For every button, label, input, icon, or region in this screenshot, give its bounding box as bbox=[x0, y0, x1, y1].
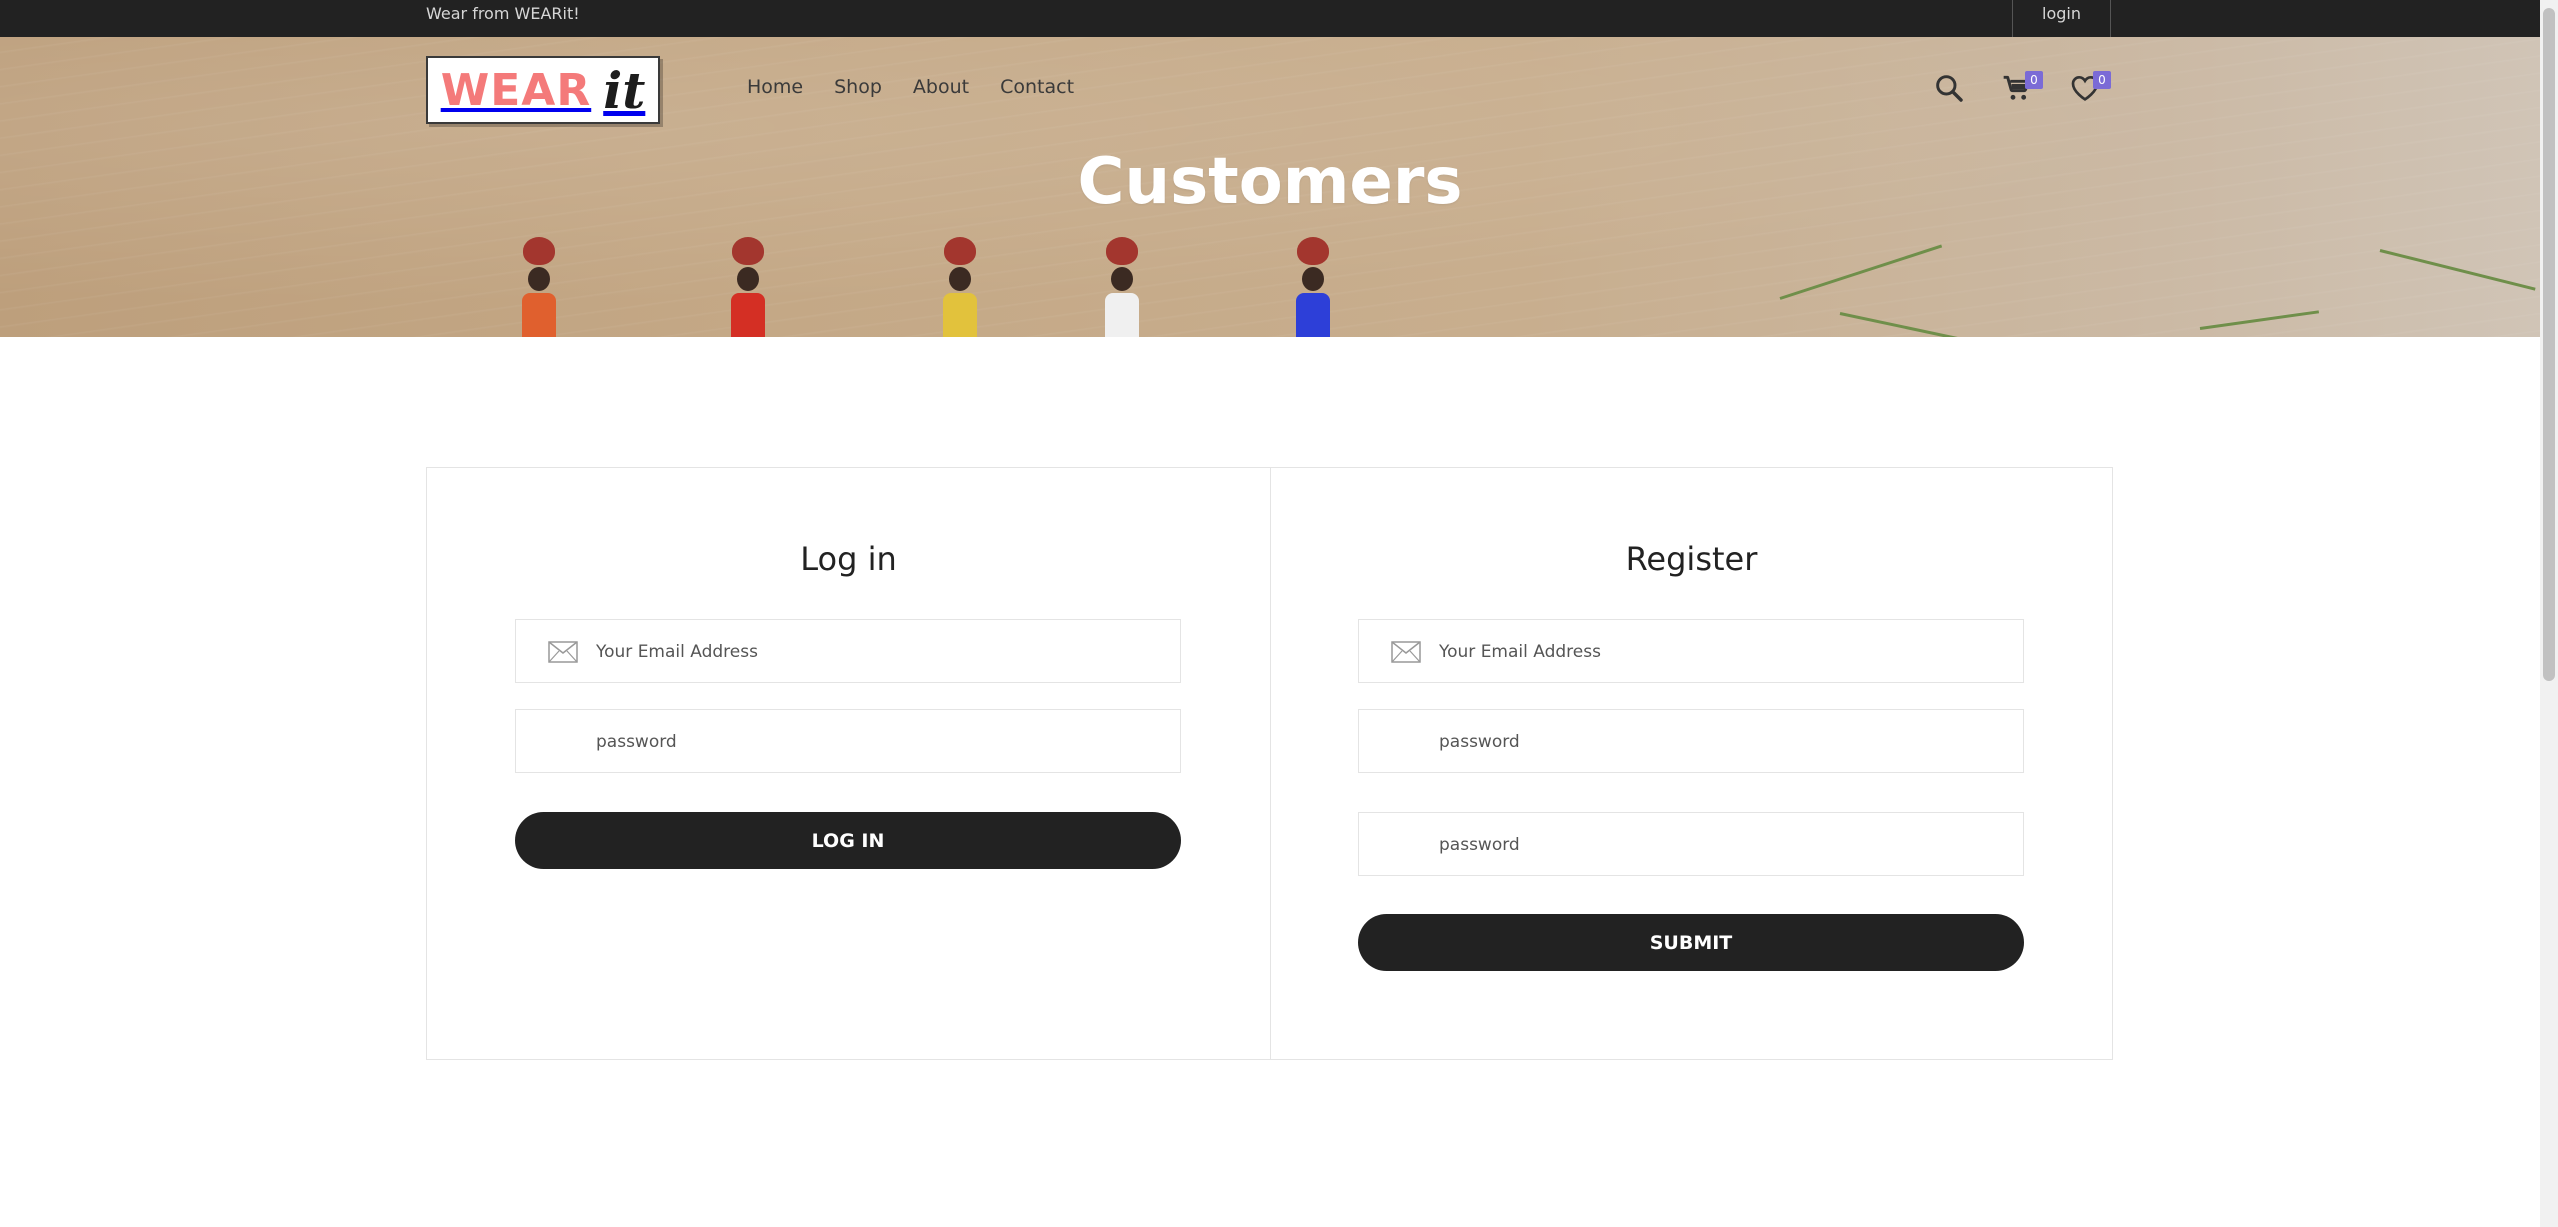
top-bar-tagline: Wear from WEARit! bbox=[426, 4, 580, 23]
page-scrollbar[interactable] bbox=[2540, 0, 2558, 1227]
page-title: Customers bbox=[1077, 145, 1463, 219]
register-confirm-password-input[interactable] bbox=[1437, 813, 2001, 877]
site-logo[interactable]: WEAR it bbox=[426, 56, 660, 124]
account-forms: Log in LOG IN Register SUBMIT bbox=[426, 467, 2113, 1060]
scrollbar-thumb[interactable] bbox=[2543, 8, 2555, 681]
main-nav: Home Shop About Contact bbox=[747, 76, 1074, 98]
login-password-field bbox=[515, 709, 1181, 774]
hero-banner: WEAR it Home Shop About Contact 0 0 Cust… bbox=[0, 37, 2540, 337]
mail-icon bbox=[548, 641, 578, 663]
login-password-input[interactable] bbox=[594, 710, 1158, 774]
register-password-field bbox=[1358, 709, 2024, 774]
top-login-link[interactable]: login bbox=[2012, 0, 2111, 37]
top-bar: Wear from WEARit! login bbox=[0, 0, 2558, 37]
login-email-input[interactable] bbox=[594, 620, 1158, 684]
hero-figure bbox=[1105, 237, 1139, 337]
register-title: Register bbox=[1625, 540, 1758, 578]
nav-item-shop[interactable]: Shop bbox=[834, 76, 882, 98]
cart-button[interactable]: 0 bbox=[2001, 71, 2043, 104]
login-button[interactable]: LOG IN bbox=[515, 812, 1181, 869]
hero-figure bbox=[943, 237, 977, 337]
hero-figure bbox=[522, 237, 556, 337]
logo-word: WEAR bbox=[440, 64, 592, 116]
register-panel: Register SUBMIT bbox=[1270, 468, 2113, 1059]
nav-item-about[interactable]: About bbox=[913, 76, 969, 98]
login-email-field bbox=[515, 619, 1181, 684]
mail-icon bbox=[1391, 641, 1421, 663]
hero-figure bbox=[731, 237, 765, 337]
nav-item-contact[interactable]: Contact bbox=[1000, 76, 1074, 98]
search-icon[interactable] bbox=[1933, 72, 1965, 104]
login-title: Log in bbox=[800, 540, 897, 578]
cart-count-badge: 0 bbox=[2025, 71, 2043, 89]
wishlist-count-badge: 0 bbox=[2093, 71, 2111, 89]
register-password-input[interactable] bbox=[1437, 710, 2001, 774]
nav-item-home[interactable]: Home bbox=[747, 76, 803, 98]
wishlist-button[interactable]: 0 bbox=[2069, 71, 2111, 104]
register-email-input[interactable] bbox=[1437, 620, 2001, 684]
register-confirm-password-field bbox=[1358, 812, 2024, 877]
hero-figure bbox=[1296, 237, 1330, 337]
login-panel: Log in LOG IN bbox=[427, 468, 1271, 1059]
submit-button[interactable]: SUBMIT bbox=[1358, 914, 2024, 971]
logo-accent: it bbox=[603, 60, 646, 120]
register-email-field bbox=[1358, 619, 2024, 684]
